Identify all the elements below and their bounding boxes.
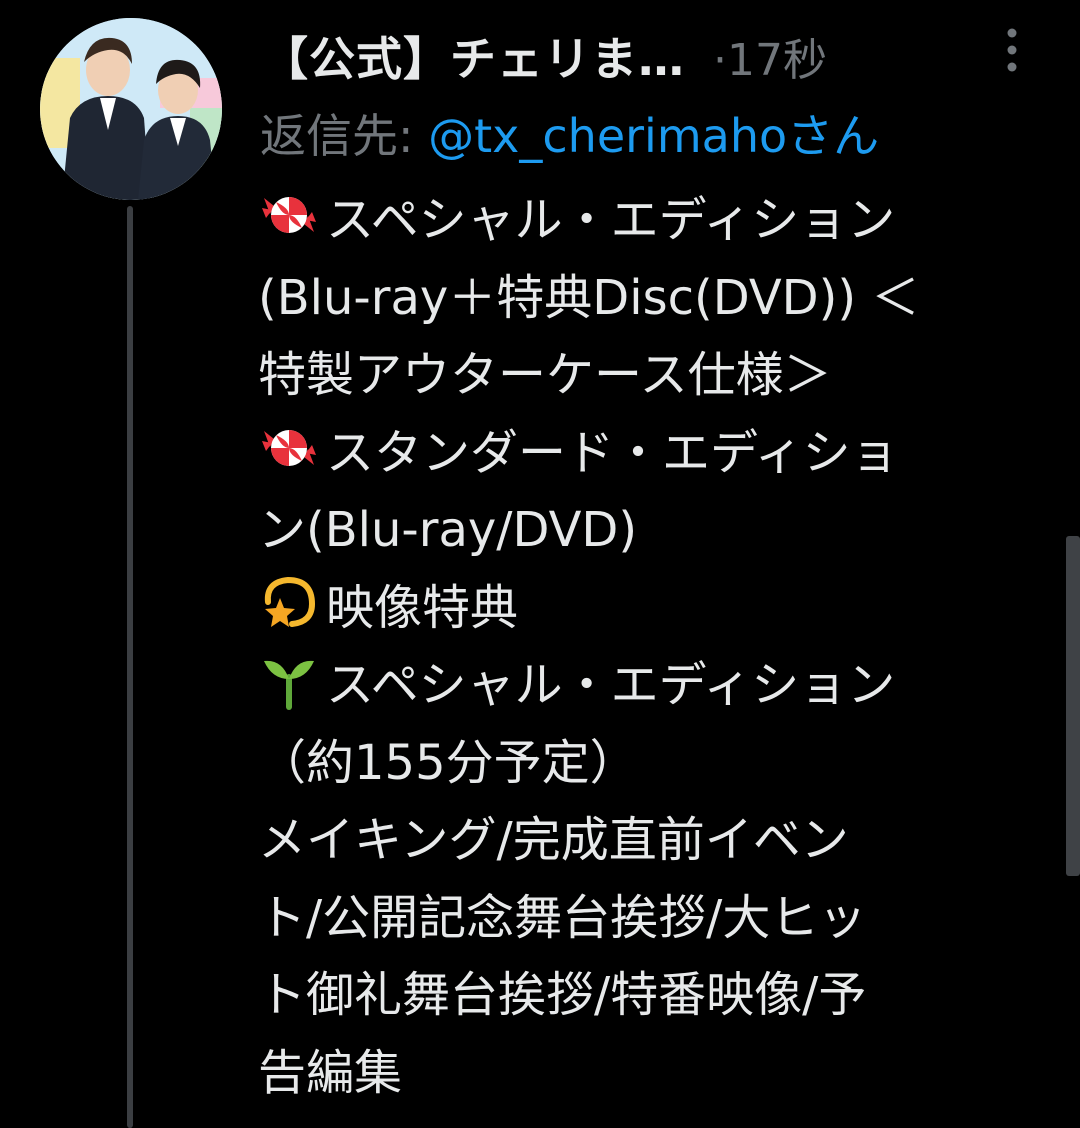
tweet-line-text: スペシャル・エディション (326, 192, 896, 248)
tweet-line: ン(Blu-ray/DVD) (258, 502, 638, 558)
dizzy-star-icon (258, 572, 320, 634)
seedling-icon (258, 649, 320, 711)
scrollbar[interactable] (1066, 536, 1080, 876)
tweet-line: 特製アウターケース仕様＞ (258, 347, 832, 403)
separator: · (713, 35, 727, 86)
tweet-text: スペシャル・エディション (Blu-ray＋特典Disc(DVD)) ＜ 特製ア… (258, 182, 1048, 1112)
candy-icon (258, 184, 320, 246)
author-name[interactable]: 【公式】チェリま… (262, 23, 685, 89)
tweet-line: メイキング/完成直前イベン (258, 812, 849, 868)
more-vertical-icon[interactable] (1000, 26, 1024, 74)
candy-icon (258, 417, 320, 479)
time-text: 17秒 (727, 35, 827, 86)
tweet-header: 【公式】チェリま… ·17秒 (262, 18, 1042, 94)
tweet-line: スペシャル・エディション (258, 647, 1048, 725)
avatar[interactable] (40, 18, 222, 200)
tweet-line: ト御礼舞台挨拶/特番映像/予 (258, 967, 867, 1023)
reply-handle-link[interactable]: @tx_cherimahoさん (428, 109, 879, 163)
tweet-line: スペシャル・エディション (258, 182, 1048, 260)
avatar-image (40, 18, 222, 200)
tweet-line-text: スタンダード・エディショ (326, 424, 899, 481)
thread-line (127, 206, 133, 1128)
timestamp[interactable]: ·17秒 (713, 24, 827, 88)
reply-handle: @tx_cherimaho (428, 109, 788, 163)
tweet-line: 告編集 (258, 1044, 403, 1101)
reply-prefix: 返信先: (260, 109, 429, 163)
reply-to: 返信先: @tx_cherimahoさん (260, 100, 879, 166)
tweet-line: ト/公開記念舞台挨拶/大ヒッ (258, 889, 867, 946)
tweet-line-text: 映像特典 (326, 579, 519, 636)
tweet-line: （約155分予定） (258, 734, 638, 791)
tweet-line: 映像特典 (258, 570, 1048, 648)
reply-suffix: さん (787, 109, 880, 163)
tweet-line: (Blu-ray＋特典Disc(DVD)) ＜ (258, 269, 920, 326)
tweet-line-text: スペシャル・エディション (326, 657, 896, 713)
tweet-line: スタンダード・エディショ (258, 415, 1048, 493)
